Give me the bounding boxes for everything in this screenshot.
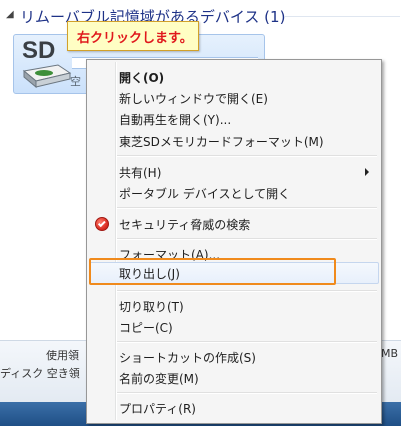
menu-item-label: セキュリティ脅威の検索 bbox=[119, 218, 251, 232]
drive-context-menu: 開く(O) 新しいウィンドウで開く(E) 自動再生を開く(Y)... 東芝SDメ… bbox=[86, 59, 382, 424]
group-divider bbox=[284, 16, 400, 17]
menu-item-create-shortcut[interactable]: ショートカットの作成(S) bbox=[89, 346, 379, 367]
menu-separator bbox=[117, 290, 377, 292]
instruction-callout: 右クリックします。 bbox=[67, 21, 199, 51]
menu-item-label: ショートカットの作成(S) bbox=[119, 351, 256, 365]
menu-item-label: プロパティ(R) bbox=[119, 402, 196, 416]
details-size-unit: MB bbox=[381, 347, 399, 360]
menu-item-security-scan[interactable]: セキュリティ脅威の検索 bbox=[89, 213, 379, 234]
device-group-header[interactable]: ◢ リムーバブル記憶域があるデバイス (1) bbox=[4, 5, 401, 27]
security-shield-icon bbox=[95, 217, 109, 231]
menu-separator bbox=[117, 392, 377, 394]
sd-card-drive-icon: SD bbox=[20, 37, 74, 89]
details-used-space-label: 使用領 bbox=[46, 349, 79, 362]
menu-item-label: コピー(C) bbox=[119, 321, 173, 335]
submenu-arrow-icon bbox=[365, 168, 369, 176]
callout-text: 右クリックします。 bbox=[77, 31, 193, 46]
menu-item-open-autoplay[interactable]: 自動再生を開く(Y)... bbox=[89, 108, 379, 129]
menu-item-label: 開く(O) bbox=[119, 71, 165, 85]
menu-item-label: 自動再生を開く(Y)... bbox=[119, 113, 232, 127]
eject-highlight-annotation bbox=[89, 258, 336, 285]
menu-separator bbox=[117, 238, 377, 240]
menu-item-cut[interactable]: 切り取り(T) bbox=[89, 295, 379, 316]
menu-separator bbox=[117, 155, 377, 157]
menu-item-open-portable-device[interactable]: ポータブル デバイスとして開く bbox=[89, 182, 379, 203]
drive-free-space-label: 空 bbox=[70, 75, 81, 88]
details-free-space-label: ディスク 空き領 bbox=[0, 367, 80, 380]
menu-item-share[interactable]: 共有(H) bbox=[89, 161, 379, 182]
menu-item-label: 切り取り(T) bbox=[119, 300, 184, 314]
menu-item-label: 東芝SDメモリカードフォーマット(M) bbox=[119, 135, 324, 149]
menu-item-rename[interactable]: 名前の変更(M) bbox=[89, 367, 379, 388]
menu-item-label: ポータブル デバイスとして開く bbox=[119, 187, 291, 201]
menu-item-label: 名前の変更(M) bbox=[119, 372, 199, 386]
menu-item-open-new-window[interactable]: 新しいウィンドウで開く(E) bbox=[89, 87, 379, 108]
menu-item-open[interactable]: 開く(O) bbox=[89, 66, 379, 87]
collapse-triangle-icon[interactable]: ◢ bbox=[6, 9, 14, 20]
menu-item-label: 共有(H) bbox=[119, 166, 162, 180]
menu-item-label: 新しいウィンドウで開く(E) bbox=[119, 92, 268, 106]
menu-item-properties[interactable]: プロパティ(R) bbox=[89, 397, 379, 418]
menu-separator bbox=[117, 207, 377, 209]
menu-item-toshiba-sd-format[interactable]: 東芝SDメモリカードフォーマット(M) bbox=[89, 130, 379, 151]
menu-item-copy[interactable]: コピー(C) bbox=[89, 316, 379, 337]
menu-separator bbox=[117, 341, 377, 343]
